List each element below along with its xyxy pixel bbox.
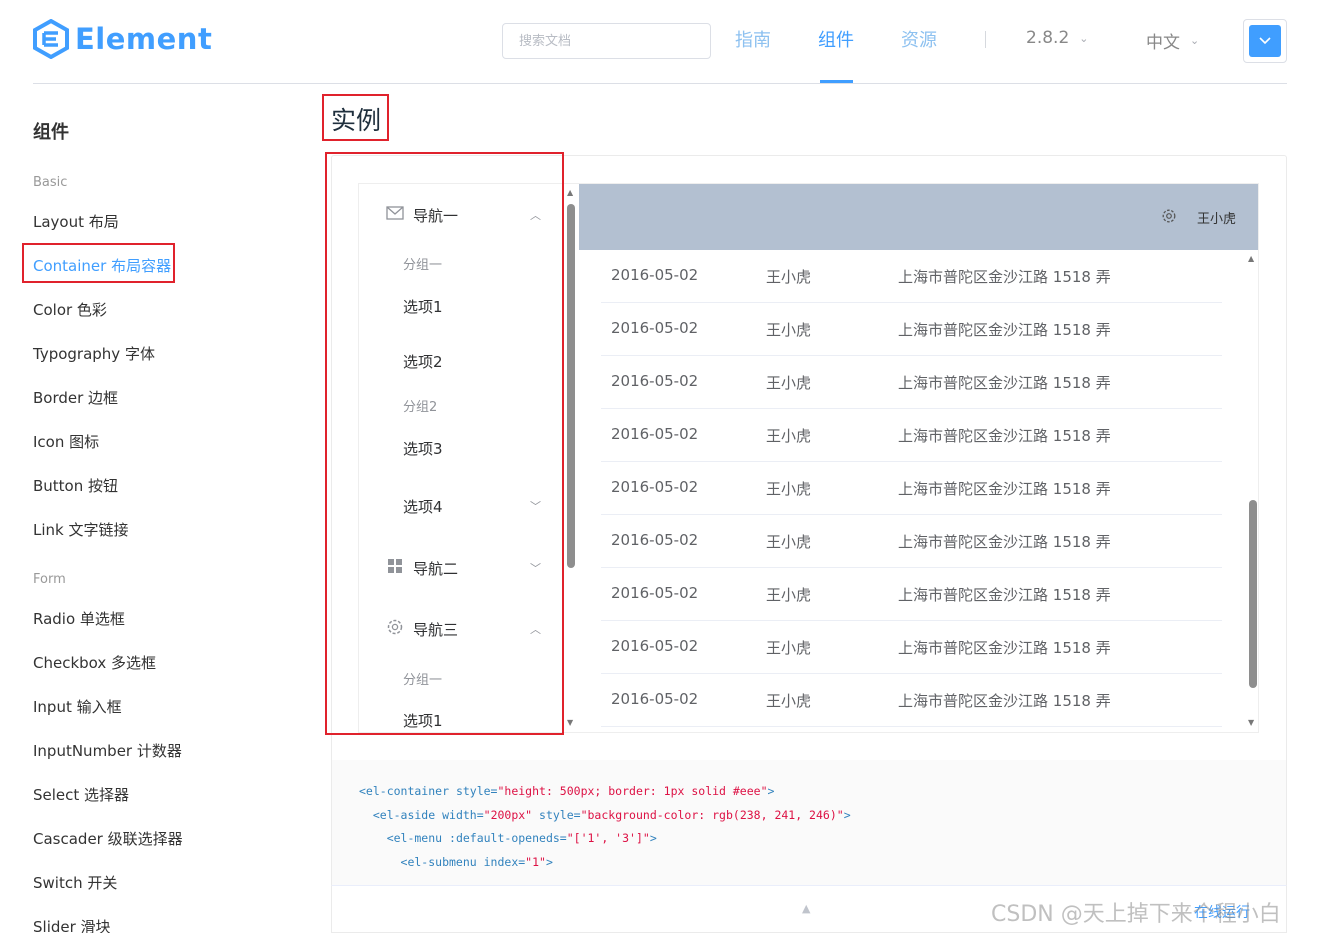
cell-address: 上海市普陀区金沙江路 1518 弄 <box>898 692 1111 710</box>
sidebar-item-layout[interactable]: Layout 布局 <box>33 211 119 232</box>
nav-guide[interactable]: 指南 <box>735 26 771 52</box>
title-highlight-box <box>322 94 389 141</box>
sidebar-item-radio[interactable]: Radio 单选框 <box>33 608 125 629</box>
cell-address: 上海市普陀区金沙江路 1518 弄 <box>898 533 1111 551</box>
scroll-down-arrow-icon[interactable]: ▼ <box>1248 718 1254 727</box>
table-row: 2016-05-02 王小虎 上海市普陀区金沙江路 1518 弄 <box>601 250 1222 303</box>
cell-name: 王小虎 <box>766 427 812 445</box>
sidebar-item-inputnumber[interactable]: InputNumber 计数器 <box>33 740 182 761</box>
logo-text: Element <box>75 22 213 56</box>
chevron-down-icon: ⌄ <box>1190 34 1200 47</box>
theme-color-swatch <box>1249 25 1281 57</box>
cell-date: 2016-05-02 <box>611 531 699 549</box>
sidebar-item-color[interactable]: Color 色彩 <box>33 299 107 320</box>
cell-date: 2016-05-02 <box>611 425 699 443</box>
sidebar-item-border[interactable]: Border 边框 <box>33 387 118 408</box>
demo-main: 王小虎 2016-05-02 王小虎 上海市普陀区金沙江路 1518 弄 201… <box>579 184 1258 732</box>
cell-name: 王小虎 <box>766 321 812 339</box>
header-divider <box>33 83 1287 84</box>
search-input[interactable] <box>502 23 711 59</box>
sidebar-item-input[interactable]: Input 输入框 <box>33 696 122 717</box>
version-label: 2.8.2 <box>1026 28 1070 48</box>
sidebar-highlight-box <box>22 243 175 283</box>
chevron-down-icon: ⌄ <box>1079 31 1089 45</box>
cell-address: 上海市普陀区金沙江路 1518 弄 <box>898 321 1111 339</box>
cell-date: 2016-05-02 <box>611 478 699 496</box>
cell-name: 王小虎 <box>766 639 812 657</box>
main-scrollbar-thumb[interactable] <box>1249 500 1257 688</box>
cell-address: 上海市普陀区金沙江路 1518 弄 <box>898 480 1111 498</box>
table-row: 2016-05-02 王小虎 上海市普陀区金沙江路 1518 弄 <box>601 568 1222 621</box>
aside-highlight-box <box>325 152 564 735</box>
cell-address: 上海市普陀区金沙江路 1518 弄 <box>898 586 1111 604</box>
code-line: <el-aside width="200px" style="backgroun… <box>359 808 851 822</box>
sidebar-title: 组件 <box>33 122 69 143</box>
sidebar-item-slider[interactable]: Slider 滑块 <box>33 916 111 933</box>
table-row: 2016-05-02 王小虎 上海市普陀区金沙江路 1518 弄 <box>601 303 1222 356</box>
cell-name: 王小虎 <box>766 374 812 392</box>
table-row: 2016-05-02 王小虎 上海市普陀区金沙江路 1518 弄 <box>601 462 1222 515</box>
cell-date: 2016-05-02 <box>611 319 699 337</box>
cell-date: 2016-05-02 <box>611 637 699 655</box>
code-block: <el-container style="height: 500px; bord… <box>331 760 1287 885</box>
cell-date: 2016-05-02 <box>611 372 699 390</box>
cell-address: 上海市普陀区金沙江路 1518 弄 <box>898 374 1111 392</box>
cell-name: 王小虎 <box>766 533 812 551</box>
collapse-arrow-icon[interactable]: ▲ <box>802 902 810 915</box>
cell-name: 王小虎 <box>766 586 812 604</box>
table-row: 2016-05-02 王小虎 上海市普陀区金沙江路 1518 弄 <box>601 515 1222 568</box>
table-row: 2016-05-02 王小虎 上海市普陀区金沙江路 1518 弄 <box>601 356 1222 409</box>
table-row: 2016-05-02 王小虎 上海市普陀区金沙江路 1518 弄 <box>601 621 1222 674</box>
cell-name: 王小虎 <box>766 692 812 710</box>
cell-name: 王小虎 <box>766 268 812 286</box>
element-logo[interactable]: Element <box>33 18 212 60</box>
sidebar-item-icon[interactable]: Icon 图标 <box>33 431 99 452</box>
sidebar-item-link[interactable]: Link 文字链接 <box>33 519 129 540</box>
sidebar-item-switch[interactable]: Switch 开关 <box>33 872 117 893</box>
sidebar-item-typography[interactable]: Typography 字体 <box>33 343 155 364</box>
cell-address: 上海市普陀区金沙江路 1518 弄 <box>898 268 1111 286</box>
header-username: 王小虎 <box>1197 212 1237 227</box>
sidebar-group-form: Form <box>33 572 66 587</box>
sidebar-item-cascader[interactable]: Cascader 级联选择器 <box>33 828 183 849</box>
table-row: 2016-05-02 王小虎 上海市普陀区金沙江路 1518 弄 <box>601 409 1222 462</box>
language-label: 中文 <box>1146 33 1180 53</box>
nav-separator <box>985 31 986 48</box>
sidebar-item-select[interactable]: Select 选择器 <box>33 784 129 805</box>
demo-header: 王小虎 <box>579 184 1258 250</box>
watermark: CSDN @天上掉下来个程小白 <box>991 902 1281 927</box>
cell-address: 上海市普陀区金沙江路 1518 弄 <box>898 639 1111 657</box>
code-line: <el-container style="height: 500px; bord… <box>359 784 775 798</box>
language-dropdown[interactable]: 中文 ⌄ <box>1146 28 1199 53</box>
cell-name: 王小虎 <box>766 480 812 498</box>
sidebar-item-button[interactable]: Button 按钮 <box>33 475 118 496</box>
aside-scrollbar-thumb[interactable] <box>567 204 575 568</box>
scroll-up-arrow-icon[interactable]: ▲ <box>1248 254 1254 263</box>
code-line: <el-menu :default-openeds="['1', '3']"> <box>359 831 657 845</box>
top-header: Element 指南 组件 资源 2.8.2 ⌄ 中文 ⌄ <box>0 0 1323 84</box>
gear-icon[interactable] <box>1161 208 1177 224</box>
cell-date: 2016-05-02 <box>611 584 699 602</box>
nav-resource[interactable]: 资源 <box>901 26 937 52</box>
scroll-down-arrow-icon[interactable]: ▼ <box>567 718 573 727</box>
sidebar-group-basic: Basic <box>33 175 68 190</box>
table-row: 2016-05-02 王小虎 上海市普陀区金沙江路 1518 弄 <box>601 674 1222 727</box>
cell-date: 2016-05-02 <box>611 690 699 708</box>
cell-date: 2016-05-02 <box>611 266 699 284</box>
scroll-up-arrow-icon[interactable]: ▲ <box>567 188 573 197</box>
chevron-down-icon <box>1259 37 1271 45</box>
version-dropdown[interactable]: 2.8.2 ⌄ <box>1026 28 1088 48</box>
sidebar-item-checkbox[interactable]: Checkbox 多选框 <box>33 652 156 673</box>
theme-picker-button[interactable] <box>1243 19 1287 63</box>
element-logo-icon <box>33 19 69 59</box>
cell-address: 上海市普陀区金沙江路 1518 弄 <box>898 427 1111 445</box>
code-line: <el-submenu index="1"> <box>359 855 553 869</box>
nav-component[interactable]: 组件 <box>818 26 854 52</box>
